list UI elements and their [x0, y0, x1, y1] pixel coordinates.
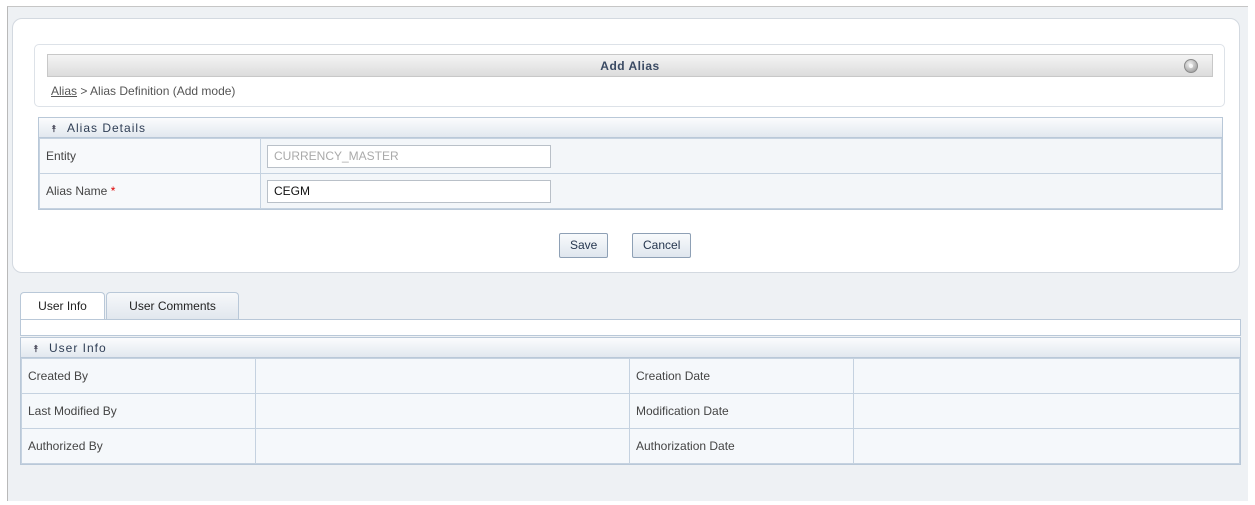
cancel-button[interactable]: Cancel [632, 233, 692, 258]
authorized-by-value [255, 428, 630, 464]
user-info-table: Created By Creation Date Last Modified B… [21, 358, 1240, 464]
authorized-by-label: Authorized By [21, 428, 256, 464]
page-title: Add Alias [600, 59, 660, 73]
breadcrumb-current: > Alias Definition (Add mode) [77, 84, 236, 98]
last-modified-by-label: Last Modified By [21, 393, 256, 429]
table-row: Last Modified By Modification Date [21, 393, 1240, 429]
alias-name-label-cell: Alias Name * [39, 173, 261, 209]
tab-user-comments[interactable]: User Comments [106, 292, 239, 319]
alias-details-section: ⯭ Alias Details Entity Alias Name * [38, 117, 1223, 210]
authorization-date-value [853, 428, 1240, 464]
alias-details-title: Alias Details [67, 121, 147, 135]
alias-name-value-cell [260, 173, 1222, 209]
alias-name-row: Alias Name * [39, 173, 1222, 209]
user-info-title: User Info [49, 341, 107, 355]
modification-date-label: Modification Date [629, 393, 854, 429]
created-by-label: Created By [21, 358, 256, 394]
creation-date-label: Creation Date [629, 358, 854, 394]
help-icon[interactable] [1184, 59, 1198, 73]
user-info-section: ⯭ User Info Created By Creation Date Last… [20, 337, 1241, 465]
breadcrumb-alias-link[interactable]: Alias [51, 84, 77, 98]
breadcrumb: Alias > Alias Definition (Add mode) [51, 84, 235, 98]
user-info-header[interactable]: ⯭ User Info [21, 338, 1240, 358]
tab-user-info[interactable]: User Info [20, 292, 105, 320]
created-by-value [255, 358, 630, 394]
title-bar: Add Alias [47, 54, 1213, 77]
table-row: Created By Creation Date [21, 358, 1240, 394]
alias-name-field[interactable] [267, 179, 551, 203]
tab-content-strip [20, 319, 1241, 336]
save-button[interactable]: Save [559, 233, 609, 258]
entity-row: Entity [39, 138, 1222, 174]
modification-date-value [853, 393, 1240, 429]
last-modified-by-value [255, 393, 630, 429]
entity-value-cell [260, 138, 1222, 174]
alias-name-label: Alias Name [46, 184, 108, 198]
required-marker: * [110, 184, 116, 198]
alias-details-table: Entity Alias Name * [39, 138, 1222, 209]
authorization-date-label: Authorization Date [629, 428, 854, 464]
creation-date-value [853, 358, 1240, 394]
table-row: Authorized By Authorization Date [21, 428, 1240, 464]
collapse-icon[interactable]: ⯭ [51, 120, 61, 140]
alias-details-header[interactable]: ⯭ Alias Details [39, 118, 1222, 138]
entity-label: Entity [39, 138, 261, 174]
collapse-icon[interactable]: ⯭ [33, 340, 43, 360]
entity-field [267, 144, 551, 168]
